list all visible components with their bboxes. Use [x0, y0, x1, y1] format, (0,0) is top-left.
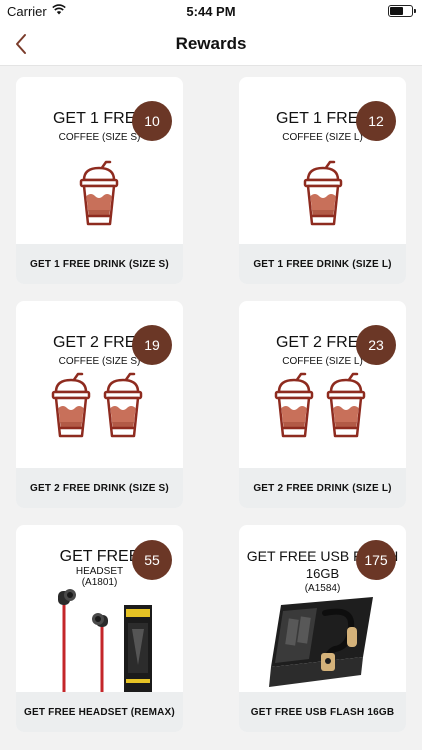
coffee-cup-icon: [51, 372, 91, 438]
redeem-button[interactable]: GET 2 FREE DRINK (SIZE S): [16, 468, 183, 508]
coffee-cup-icon: [303, 160, 343, 226]
points-badge: 12: [356, 101, 396, 141]
headset-image: [58, 589, 152, 693]
redeem-button[interactable]: GET FREE USB FLASH 16GB: [239, 692, 406, 732]
rewards-grid: GET 1 FREE COFFEE (SIZE S) 10 GET 1 FREE…: [0, 66, 422, 750]
coffee-cup-icon: [274, 372, 314, 438]
product-code: (A1584): [304, 583, 341, 594]
status-bar: Carrier 5:44 PM: [0, 0, 422, 22]
points-badge: 55: [132, 540, 172, 580]
reward-card[interactable]: GET FREE HEADSET (A1801) 55 GET FREE HEA…: [16, 525, 183, 732]
redeem-button[interactable]: GET 1 FREE DRINK (SIZE L): [239, 244, 406, 284]
reward-card[interactable]: GET 2 FREE COFFEE (SIZE L) 23 GET 2 FREE…: [239, 301, 406, 508]
reward-card[interactable]: GET 1 FREE COFFEE (SIZE S) 10 GET 1 FREE…: [16, 77, 183, 284]
battery-icon: [388, 5, 416, 17]
page-title: Rewards: [175, 34, 247, 53]
redeem-button[interactable]: GET 2 FREE DRINK (SIZE L): [239, 468, 406, 508]
coffee-cup-icon: [326, 372, 366, 438]
reward-card[interactable]: GET 1 FREE COFFEE (SIZE L) 12 GET 1 FREE…: [239, 77, 406, 284]
status-time: 5:44 PM: [186, 4, 236, 19]
points-badge: 19: [132, 325, 172, 365]
points-badge: 10: [132, 101, 172, 141]
coffee-cup-icon: [103, 372, 143, 438]
redeem-button[interactable]: GET FREE HEADSET (REMAX): [16, 692, 183, 732]
coffee-cup-icon: [79, 160, 119, 226]
reward-card[interactable]: GET 2 FREE COFFEE (SIZE S) 19 GET 2 FREE…: [16, 301, 183, 508]
navigation-bar: Rewards: [0, 22, 422, 66]
usb-flash-image: [269, 597, 373, 687]
points-badge: 23: [356, 325, 396, 365]
redeem-button[interactable]: GET 1 FREE DRINK (SIZE S): [16, 244, 183, 284]
points-badge: 175: [356, 540, 396, 580]
reward-card[interactable]: GET FREE USB FLASH 16GB (A1584) 175 GET …: [239, 525, 406, 732]
